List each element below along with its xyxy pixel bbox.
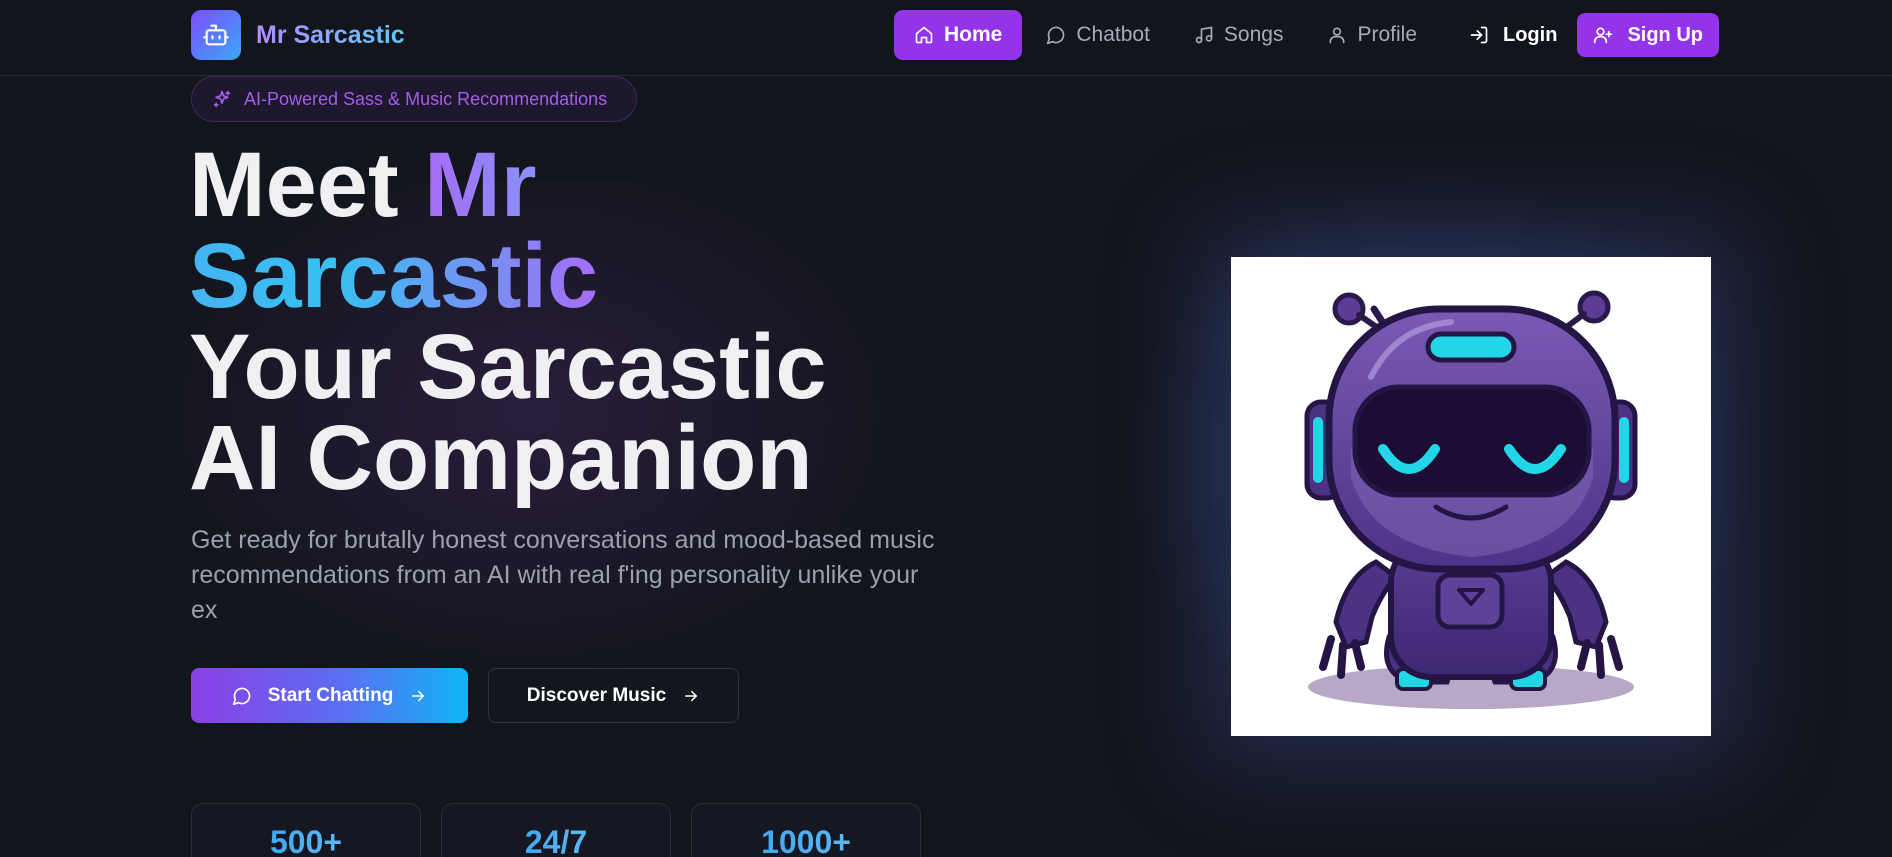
nav-item-home[interactable]: Home [894, 10, 1023, 60]
nav-links: Home Chatbot Songs Profile Login Sign Up [894, 10, 1719, 60]
login-button[interactable]: Login [1453, 13, 1573, 57]
stat-card: 24/7 [441, 803, 671, 857]
robot-mascot-image [1231, 257, 1711, 736]
discover-music-label: Discover Music [526, 684, 667, 706]
brand[interactable]: Mr Sarcastic [191, 10, 405, 60]
nav-item-songs[interactable]: Songs [1174, 10, 1304, 60]
start-chatting-button[interactable]: Start Chatting [191, 668, 468, 723]
hero-description: Get ready for brutally honest conversati… [191, 526, 935, 624]
discover-music-button[interactable]: Discover Music [488, 668, 739, 723]
hero-badge: AI-Powered Sass & Music Recommendations [191, 76, 637, 122]
nav-item-chatbot[interactable]: Chatbot [1026, 10, 1170, 60]
sparkles-icon [213, 90, 231, 108]
user-plus-icon [1594, 27, 1613, 44]
page: Mr Sarcastic Home Chatbot Songs Profile … [0, 0, 1892, 857]
stat-value: 500+ [270, 824, 342, 857]
headline-text: AI Companion [189, 407, 813, 509]
chat-icon [1047, 26, 1065, 45]
headline-text: Meet [189, 134, 425, 236]
arrow-right-icon [685, 690, 698, 701]
stat-card: 1000+ [691, 803, 921, 857]
user-icon [1329, 27, 1345, 44]
bot-icon [191, 10, 241, 60]
hero-badge-label: AI-Powered Sass & Music Recommendations [244, 88, 608, 109]
nav-item-profile[interactable]: Profile [1307, 10, 1437, 60]
login-label: Login [1503, 23, 1558, 46]
robot-illustration [1304, 290, 1638, 709]
headline-text: Your Sarcastic [189, 316, 827, 418]
nav-item-label: Chatbot [1076, 23, 1150, 46]
home-icon [915, 26, 933, 44]
stat-card: 500+ [191, 803, 421, 857]
arrow-right-icon [412, 690, 425, 701]
brand-name: Mr Sarcastic [256, 20, 405, 49]
top-navbar: Mr Sarcastic Home Chatbot Songs Profile … [0, 0, 1892, 76]
headline-highlight: Mr [424, 134, 537, 236]
music-icon [1195, 26, 1213, 44]
chat-icon [232, 687, 251, 705]
nav-item-label: Songs [1223, 23, 1284, 46]
login-icon [1470, 26, 1488, 44]
headline-highlight: Sarcastic [189, 225, 599, 327]
nav-item-label: Home [944, 23, 1003, 46]
stat-value: 24/7 [525, 824, 587, 857]
signup-label: Sign Up [1627, 23, 1703, 46]
nav-item-label: Profile [1357, 23, 1417, 46]
hero-headline: Meet Mr Sarcastic Your Sarcastic AI Comp… [189, 139, 949, 504]
signup-button[interactable]: Sign Up [1577, 13, 1719, 57]
start-chatting-label: Start Chatting [267, 684, 394, 706]
stat-value: 1000+ [761, 824, 851, 857]
